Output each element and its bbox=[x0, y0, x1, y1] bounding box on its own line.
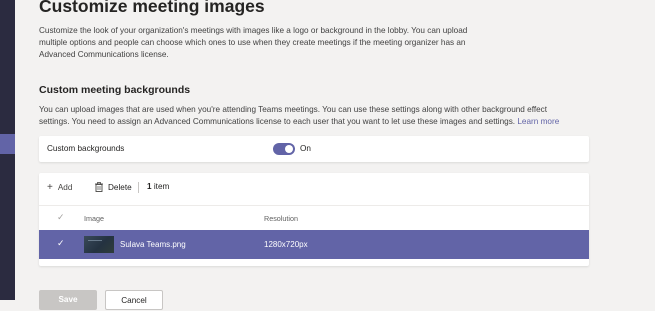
left-navigation-rail bbox=[0, 0, 15, 300]
toggle-label: Custom backgrounds bbox=[47, 144, 125, 153]
image-thumbnail bbox=[84, 236, 114, 253]
cancel-button[interactable]: Cancel bbox=[105, 290, 163, 310]
section-title: Custom meeting backgrounds bbox=[39, 84, 191, 96]
toggle-knob bbox=[285, 145, 293, 153]
row-checkmark-icon[interactable]: ✓ bbox=[57, 238, 65, 249]
toggle-state: On bbox=[300, 144, 311, 153]
thumbnail-detail bbox=[88, 240, 102, 241]
image-name: Sulava Teams.png bbox=[120, 240, 186, 249]
image-resolution: 1280x720px bbox=[264, 240, 308, 249]
add-button[interactable]: + Add bbox=[47, 182, 72, 193]
item-count-unit: item bbox=[153, 182, 170, 191]
custom-backgrounds-setting: Custom backgrounds On bbox=[39, 136, 589, 162]
page-intro: Customize the look of your organization'… bbox=[39, 26, 468, 59]
table-row[interactable]: ✓ Sulava Teams.png 1280x720px bbox=[39, 230, 589, 259]
item-count: 1 item bbox=[147, 182, 169, 191]
table-header-row: ✓ Image Resolution bbox=[39, 205, 589, 230]
add-label: Add bbox=[57, 183, 73, 192]
column-header-resolution[interactable]: Resolution bbox=[264, 214, 298, 223]
trash-icon bbox=[95, 182, 103, 192]
backgrounds-table: + Add Delete 1 item ✓ Image Resolution ✓… bbox=[39, 173, 589, 266]
selected-nav-indicator bbox=[0, 134, 15, 154]
custom-backgrounds-toggle[interactable] bbox=[273, 143, 295, 155]
learn-more-link[interactable]: Learn more bbox=[517, 117, 559, 126]
select-all-checkmark-icon[interactable]: ✓ bbox=[57, 212, 65, 223]
save-button[interactable]: Save bbox=[39, 290, 97, 310]
toolbar-separator bbox=[138, 182, 139, 193]
delete-label: Delete bbox=[108, 183, 132, 192]
section-description: You can upload images that are used when… bbox=[39, 104, 579, 128]
column-header-image[interactable]: Image bbox=[84, 214, 104, 223]
plus-icon: + bbox=[47, 182, 53, 193]
item-count-value: 1 bbox=[147, 182, 152, 191]
section-description-text: You can upload images that are used when… bbox=[39, 105, 548, 126]
page-title: Customize meeting images bbox=[39, 0, 265, 16]
delete-button[interactable]: Delete bbox=[95, 182, 132, 192]
table-toolbar: + Add Delete 1 item bbox=[39, 173, 589, 199]
